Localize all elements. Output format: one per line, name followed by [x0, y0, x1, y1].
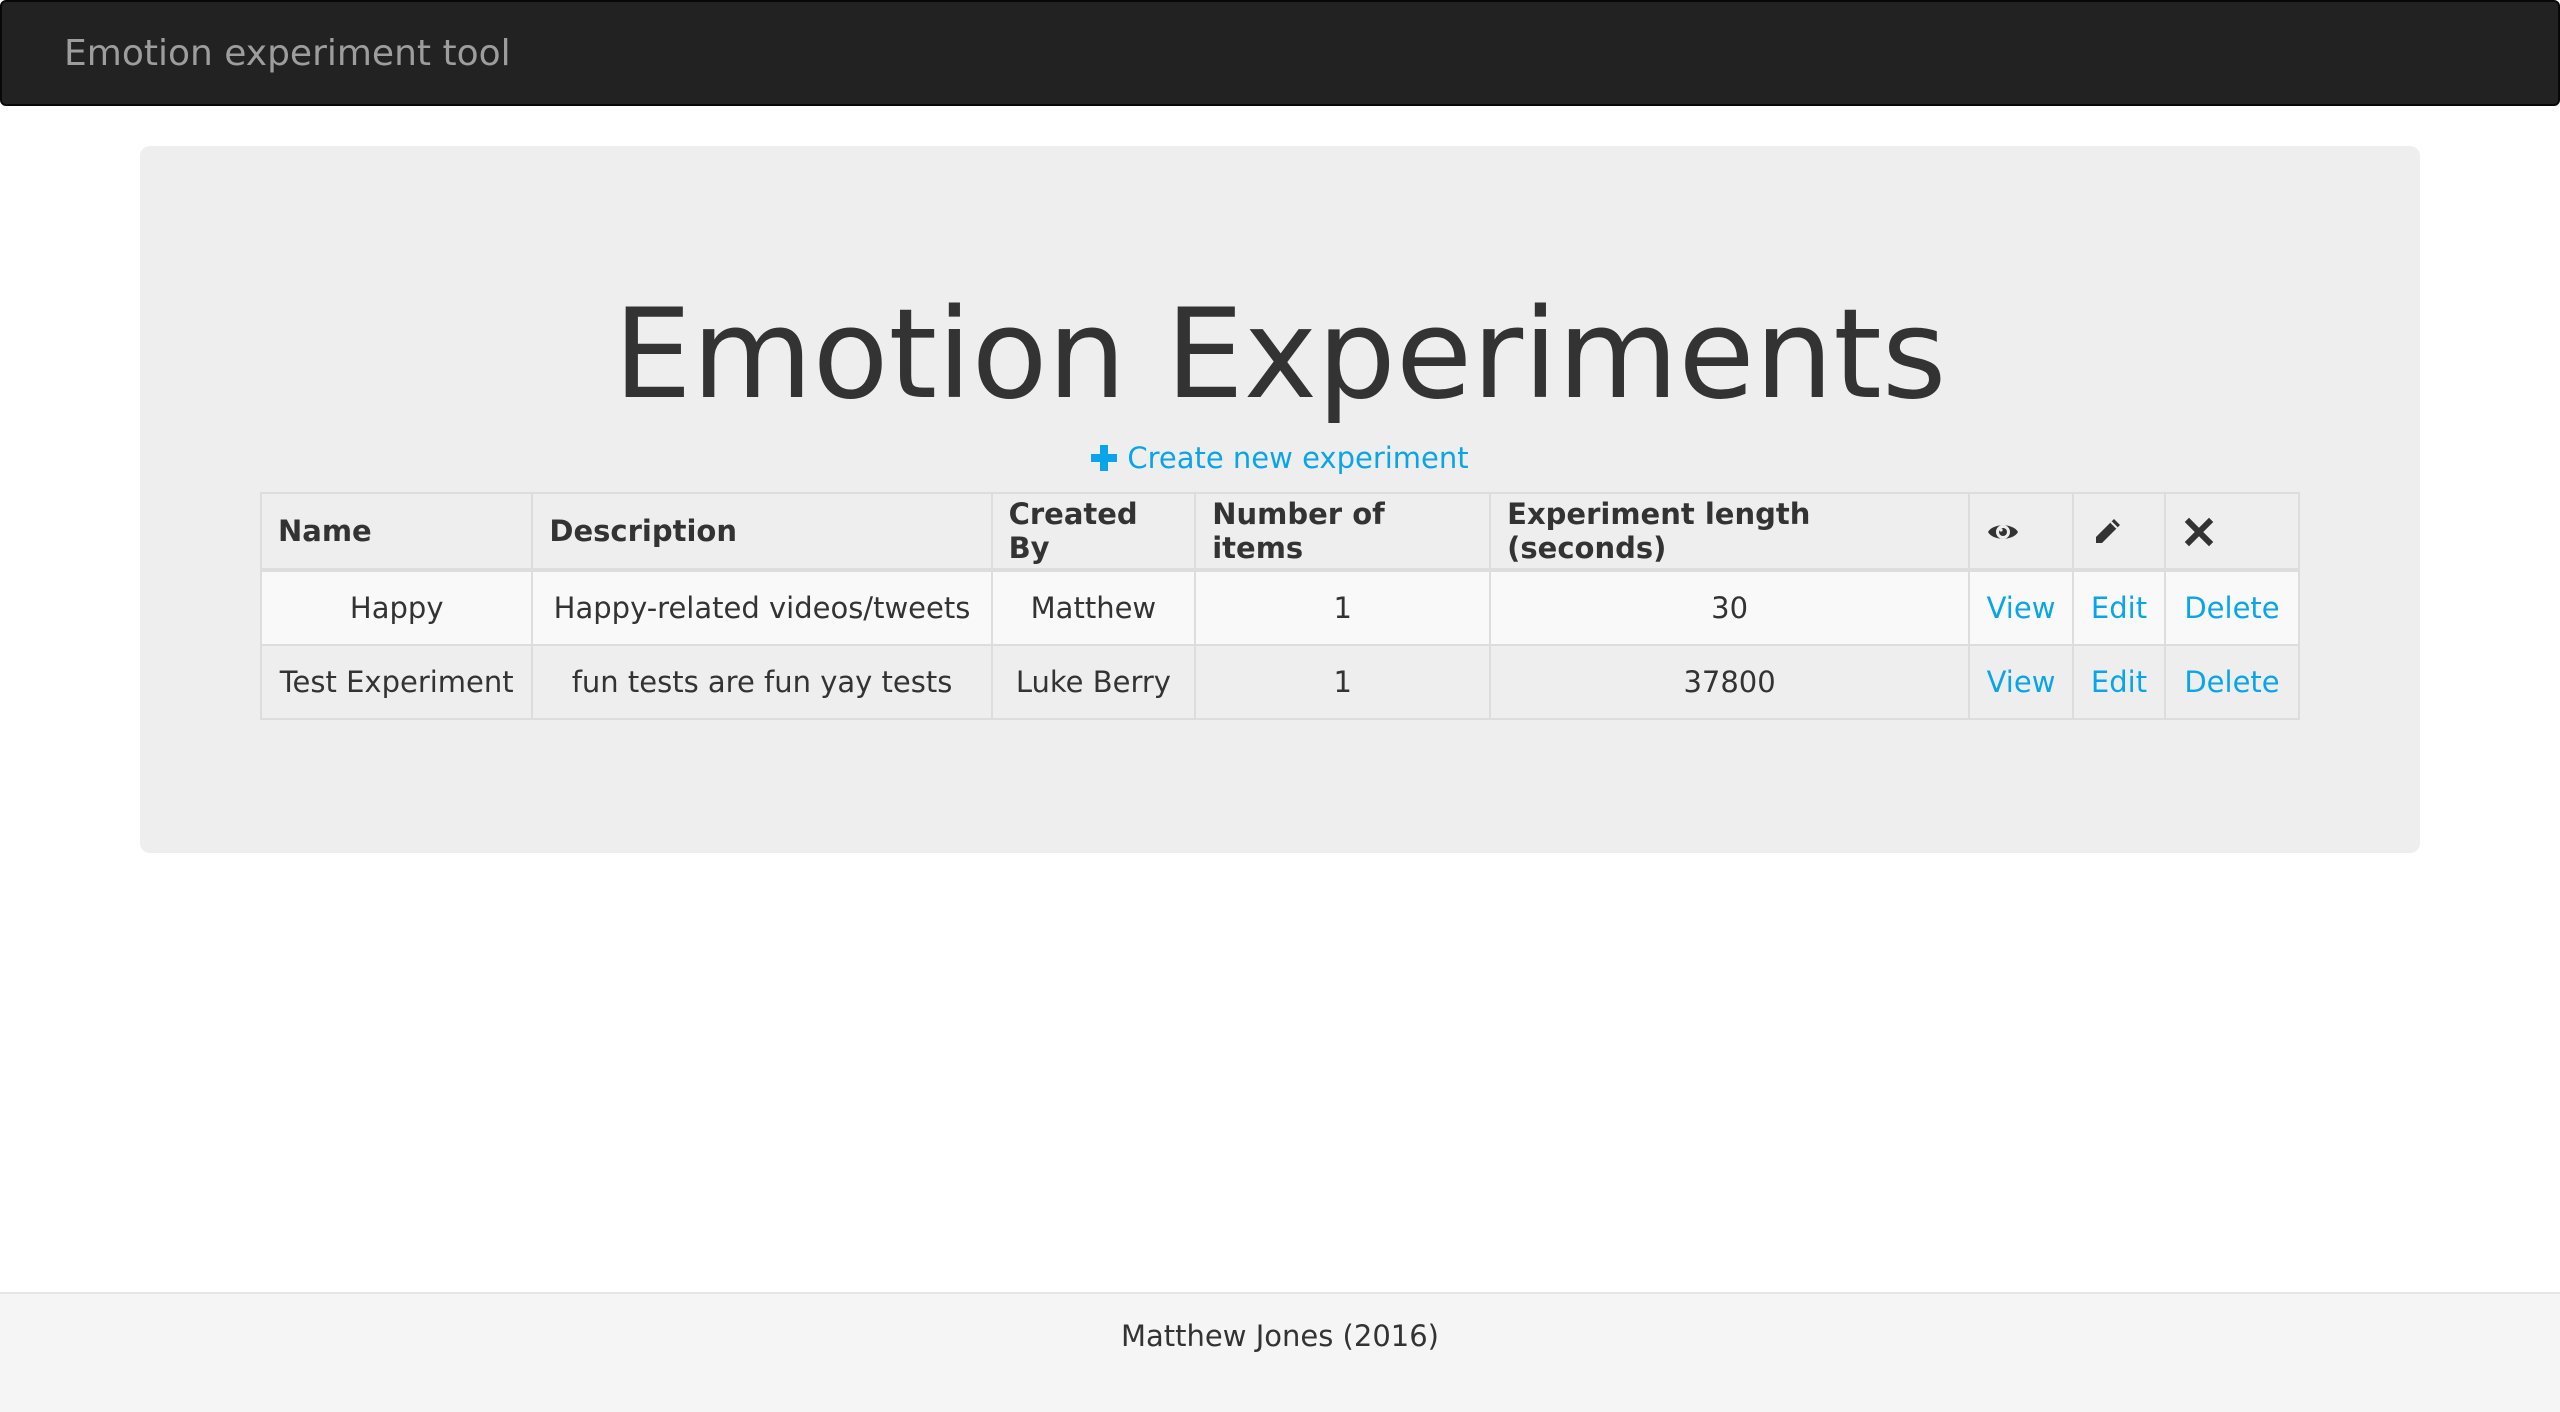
table-row: Happy Happy-related videos/tweets Matthe…: [259, 569, 2300, 646]
cell-view: View: [1968, 644, 2075, 720]
header-created-by: Created By: [990, 492, 1197, 572]
table-row: Test Experiment fun tests are fun yay te…: [259, 644, 2300, 720]
edit-link[interactable]: Edit: [2091, 591, 2147, 625]
header-view: [1968, 492, 2075, 572]
cell-number-of-items: 1: [1194, 569, 1492, 646]
delete-link[interactable]: Delete: [2184, 665, 2279, 699]
view-link[interactable]: View: [1987, 665, 2056, 699]
create-experiment-label: Create new experiment: [1127, 441, 1469, 475]
header-edit: [2072, 492, 2166, 572]
create-experiment-link[interactable]: Create new experiment: [1091, 441, 1469, 475]
cell-delete: Delete: [2164, 644, 2300, 720]
footer: Matthew Jones (2016): [0, 1292, 2560, 1412]
cell-created-by: Luke Berry: [990, 644, 1197, 720]
cell-description: fun tests are fun yay tests: [531, 644, 993, 720]
page-title: Emotion Experiments: [613, 283, 1947, 427]
experiments-table: Name Description Created By Number of it…: [259, 492, 2300, 720]
cell-created-by: Matthew: [990, 569, 1197, 646]
cell-view: View: [1968, 569, 2075, 646]
pencil-icon: [2096, 519, 2121, 543]
cell-name: Happy: [259, 569, 534, 646]
header-description: Description: [531, 492, 993, 572]
plus-icon: [1091, 445, 1118, 471]
cell-edit: Edit: [2072, 644, 2166, 720]
table-header-row: Name Description Created By Number of it…: [259, 492, 2300, 572]
header-number-of-items: Number of items: [1194, 492, 1492, 572]
eye-icon: [1988, 525, 2019, 539]
navbar: Emotion experiment tool: [0, 0, 2560, 106]
cell-experiment-length: 37800: [1489, 644, 1971, 720]
cell-name: Test Experiment: [259, 644, 534, 720]
remove-icon: [2184, 517, 2214, 547]
footer-text: Matthew Jones (2016): [1121, 1319, 1439, 1353]
cell-delete: Delete: [2164, 569, 2300, 646]
cell-number-of-items: 1: [1194, 644, 1492, 720]
cell-experiment-length: 30: [1489, 569, 1971, 646]
cell-edit: Edit: [2072, 569, 2166, 646]
header-name: Name: [259, 492, 534, 572]
cell-description: Happy-related videos/tweets: [531, 569, 993, 646]
edit-link[interactable]: Edit: [2091, 665, 2147, 699]
header-delete: [2164, 492, 2300, 572]
delete-link[interactable]: Delete: [2184, 591, 2279, 625]
create-experiment-container: Create new experiment: [0, 432, 2560, 484]
header-experiment-length: Experiment length (seconds): [1489, 492, 1971, 572]
navbar-brand[interactable]: Emotion experiment tool: [64, 2, 511, 106]
view-link[interactable]: View: [1987, 591, 2056, 625]
